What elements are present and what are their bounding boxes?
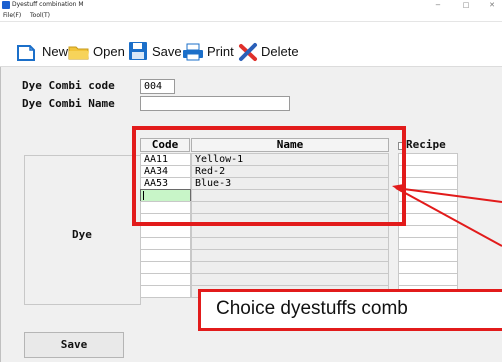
dye-combi-code-field[interactable]: 004 (140, 79, 175, 94)
dye-label: Dye (72, 228, 92, 241)
title-bar: Dyestuff combination M − □ ✕ (0, 0, 502, 11)
recipe-label: Recipe (406, 138, 446, 151)
print-button[interactable]: Print (182, 42, 242, 62)
dye-combi-name-label: Dye Combi Name (22, 97, 115, 110)
minimize-button[interactable]: − (428, 0, 448, 11)
dye-combi-code-label: Dye Combi code (22, 79, 115, 92)
code-cell[interactable] (140, 285, 191, 298)
folder-icon (68, 46, 89, 60)
grid-highlight-box (132, 126, 406, 226)
print-label: Print (207, 44, 234, 59)
app-icon (2, 1, 10, 9)
open-button[interactable]: Open (68, 42, 128, 62)
save-toolbar-button[interactable]: Save (128, 40, 188, 62)
open-label: Open (93, 44, 125, 59)
save-toolbar-label: Save (152, 44, 182, 59)
dye-combi-name-field[interactable] (140, 96, 290, 111)
delete-label: Delete (261, 44, 299, 59)
maximize-button[interactable]: □ (456, 0, 476, 11)
callout-text: Choice dyestuffs comb (216, 298, 408, 319)
menu-bar: File(F) Tool(T) (0, 11, 502, 22)
printer-icon (183, 43, 203, 61)
new-file-icon (17, 45, 35, 61)
delete-button[interactable]: Delete (238, 42, 308, 62)
window-title: Dyestuff combination M (12, 1, 84, 8)
menu-tool[interactable]: Tool(T) (30, 11, 50, 21)
floppy-disk-icon (129, 42, 147, 60)
menu-file[interactable]: File(F) (3, 11, 21, 21)
delete-x-icon (239, 43, 257, 61)
new-label: New (42, 44, 69, 59)
save-button[interactable]: Save (24, 332, 124, 358)
close-button[interactable]: ✕ (482, 0, 502, 11)
callout-arrows (392, 184, 502, 247)
